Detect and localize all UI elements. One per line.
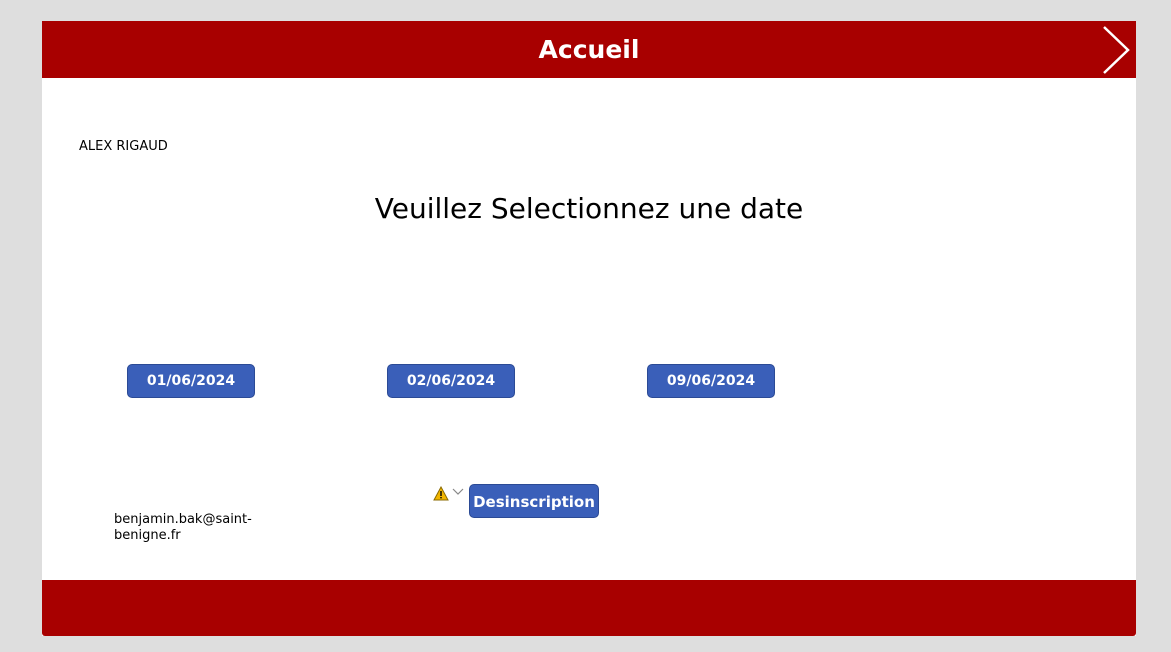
warning-icon bbox=[433, 486, 449, 501]
header-bar: Accueil bbox=[42, 21, 1136, 78]
unsubscribe-button[interactable]: Desinscription bbox=[469, 484, 599, 518]
date-button-1[interactable]: 01/06/2024 bbox=[127, 364, 255, 398]
date-button-2[interactable]: 02/06/2024 bbox=[387, 364, 515, 398]
user-email-label: benjamin.bak@saint-benigne.fr bbox=[114, 512, 252, 542]
page-title: Accueil bbox=[538, 35, 640, 64]
user-name-label: ALEX RIGAUD bbox=[79, 139, 168, 154]
chevron-right-icon bbox=[1103, 26, 1130, 74]
date-prompt: Veuillez Selectionnez une date bbox=[374, 192, 804, 225]
footer-bar bbox=[42, 580, 1136, 636]
chevron-down-icon[interactable] bbox=[451, 487, 465, 497]
app-screen: Accueil ALEX RIGAUD Veuillez Selectionne… bbox=[42, 21, 1136, 636]
next-button[interactable] bbox=[1092, 21, 1136, 78]
date-button-3[interactable]: 09/06/2024 bbox=[647, 364, 775, 398]
